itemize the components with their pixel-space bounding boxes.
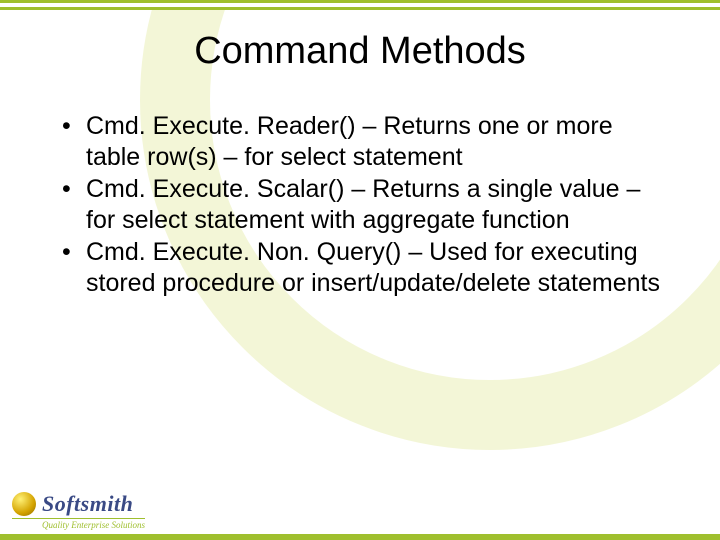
footer-accent-bar — [0, 534, 720, 540]
slide-title: Command Methods — [50, 30, 670, 73]
bullet-item: Cmd. Execute. Reader() – Returns one or … — [58, 111, 670, 172]
top-accent-inner — [0, 3, 720, 7]
slide: Command Methods Cmd. Execute. Reader() –… — [0, 0, 720, 540]
logo: Softsmith Quality Enterprise Solutions — [12, 491, 145, 530]
logo-ball-icon — [12, 492, 36, 516]
bullet-list: Cmd. Execute. Reader() – Returns one or … — [50, 111, 670, 298]
content-area: Command Methods Cmd. Execute. Reader() –… — [0, 0, 720, 298]
bullet-item: Cmd. Execute. Non. Query() – Used for ex… — [58, 237, 670, 298]
top-accent-bar — [0, 0, 720, 10]
bullet-item: Cmd. Execute. Scalar() – Returns a singl… — [58, 174, 670, 235]
footer: Softsmith Quality Enterprise Solutions — [0, 474, 720, 540]
logo-tagline: Quality Enterprise Solutions — [12, 518, 145, 530]
logo-row: Softsmith — [12, 491, 133, 517]
logo-text: Softsmith — [42, 491, 133, 517]
